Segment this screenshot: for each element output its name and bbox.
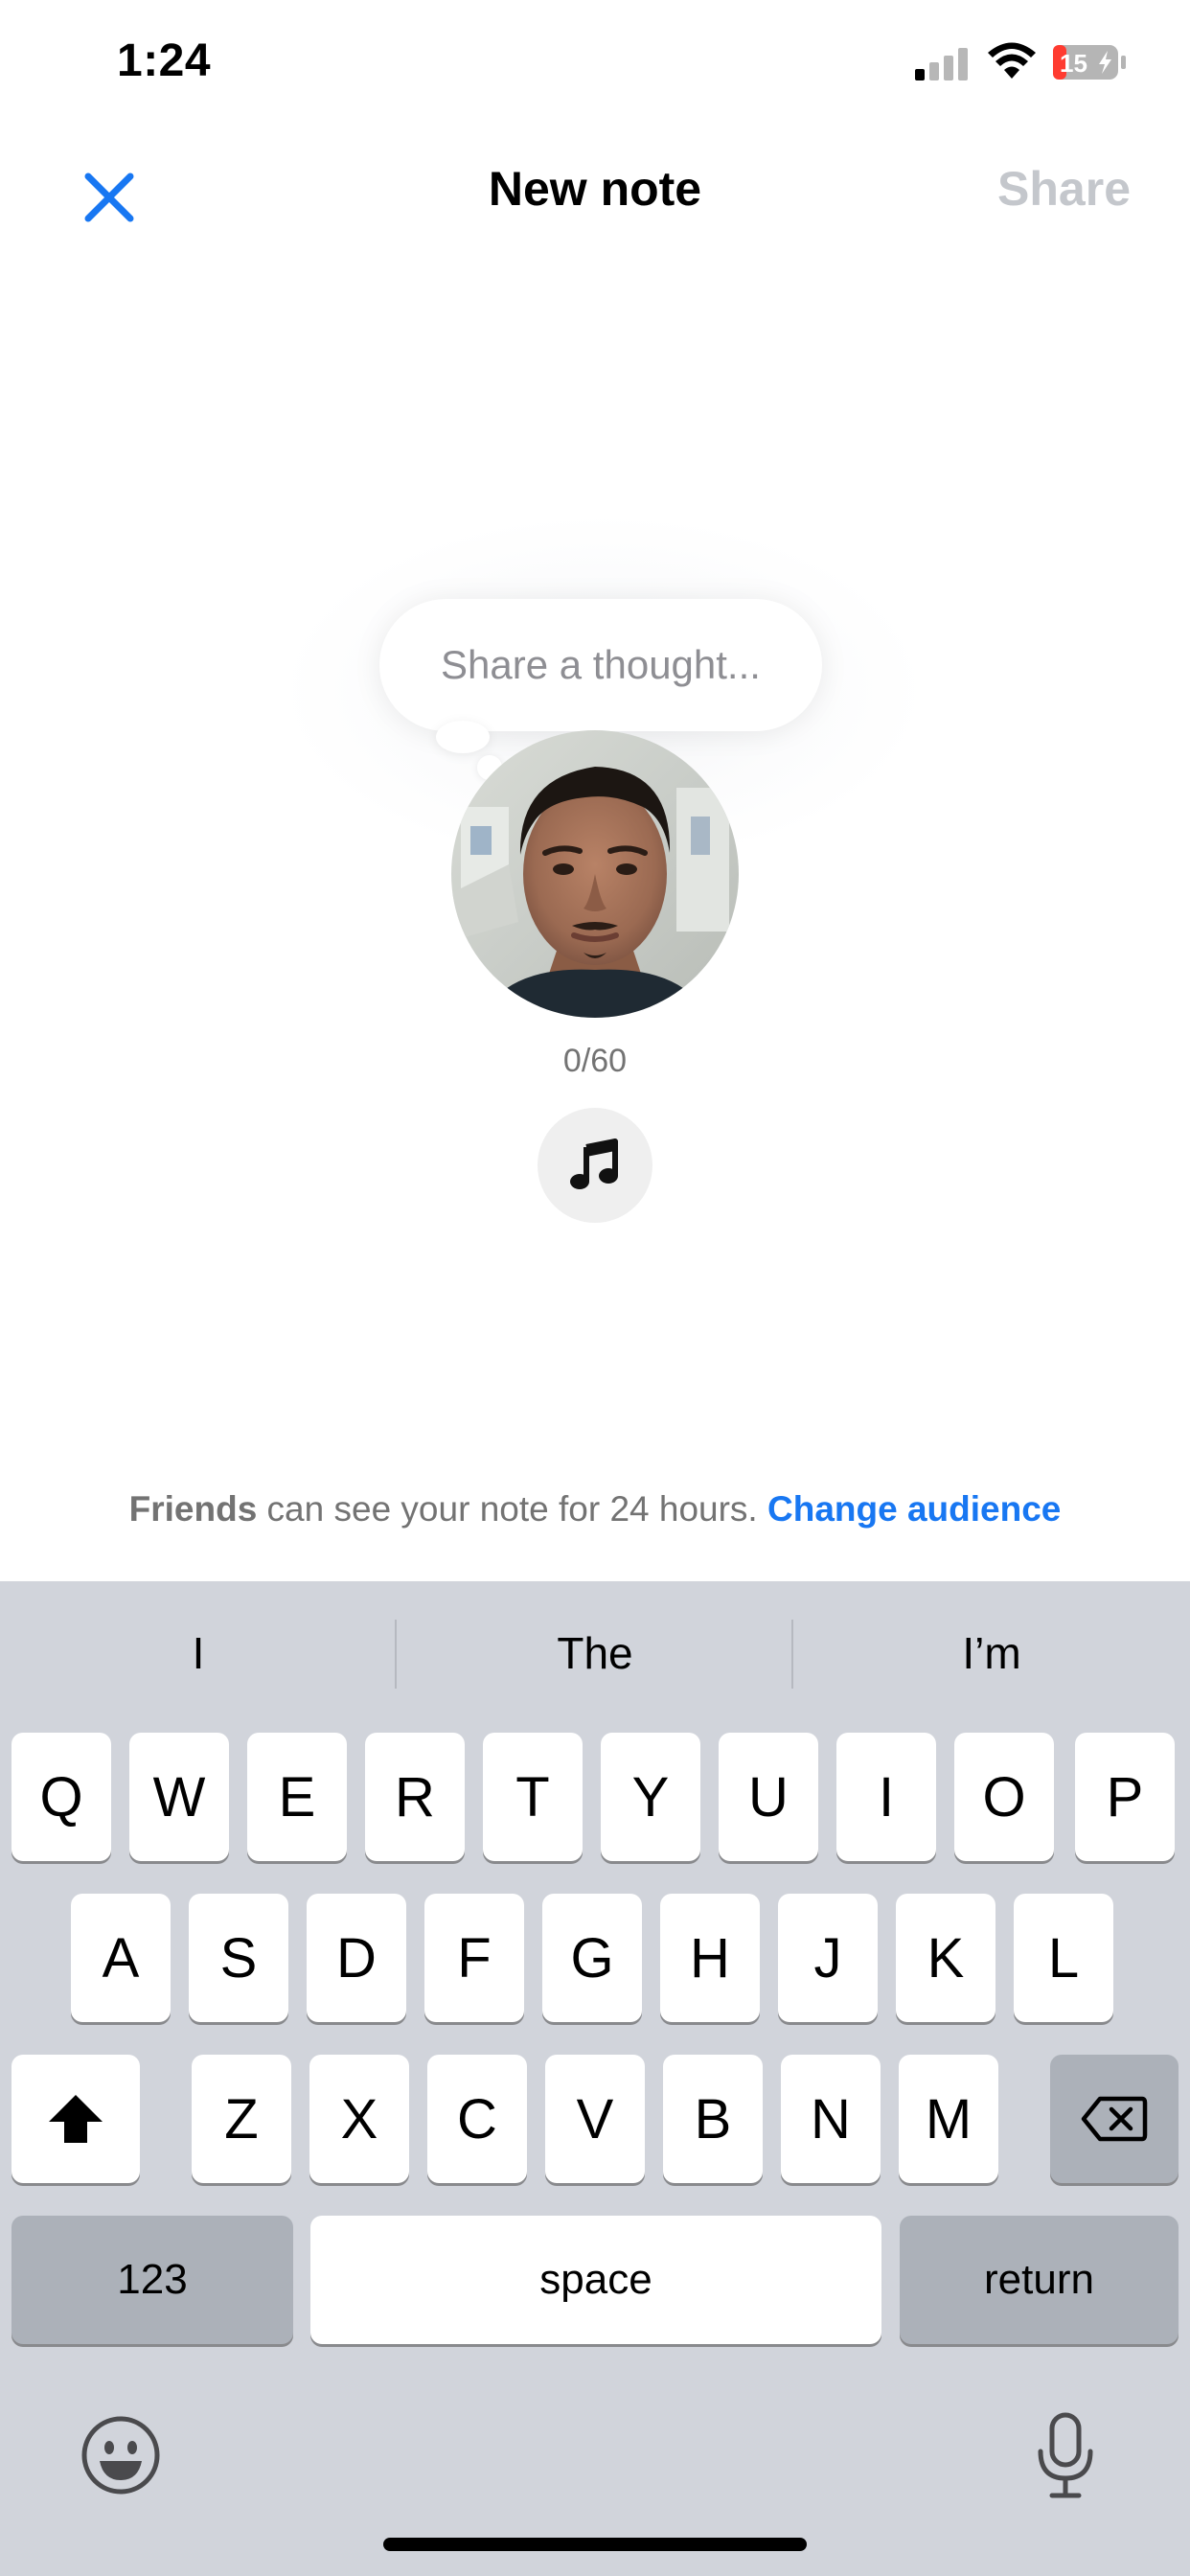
note-input[interactable]: Share a thought... (379, 599, 822, 731)
key-c[interactable]: C (427, 2055, 527, 2183)
suggestion-1[interactable]: I (0, 1610, 397, 1696)
thought-bubble-tail-large (436, 721, 490, 753)
share-button[interactable]: Share (997, 161, 1131, 217)
music-note-icon (570, 1138, 618, 1189)
key-m[interactable]: M (899, 2055, 998, 2183)
dictation-button[interactable] (1035, 2411, 1096, 2504)
key-e[interactable]: E (247, 1733, 347, 1861)
cellular-signal-icon (915, 48, 968, 80)
key-n[interactable]: N (781, 2055, 881, 2183)
character-count: 0/60 (562, 1043, 628, 1079)
battery-level: 15 (1060, 49, 1087, 78)
key-l[interactable]: L (1014, 1894, 1113, 2022)
key-v[interactable]: V (545, 2055, 645, 2183)
audience-notice: Friends can see your note for 24 hours. … (0, 1489, 1190, 1530)
keyboard: I The I’m Q W E R T Y U I O P A S D F G … (0, 1581, 1190, 2576)
key-k[interactable]: K (896, 1894, 995, 2022)
key-i[interactable]: I (836, 1733, 936, 1861)
key-r[interactable]: R (365, 1733, 465, 1861)
suggestion-bar: I The I’m (0, 1581, 1190, 1725)
key-w[interactable]: W (129, 1733, 229, 1861)
emoji-icon (81, 2416, 160, 2495)
key-a[interactable]: A (71, 1894, 171, 2022)
avatar-photo (451, 730, 739, 1018)
audience-name: Friends (128, 1489, 258, 1529)
key-j[interactable]: J (778, 1894, 878, 2022)
key-y[interactable]: Y (601, 1733, 700, 1861)
backspace-icon (1081, 2096, 1148, 2142)
add-music-button[interactable] (538, 1108, 652, 1223)
key-q[interactable]: Q (11, 1733, 111, 1861)
status-bar: 1:24 15 (0, 0, 1190, 134)
return-key[interactable]: return (900, 2216, 1179, 2344)
delete-key[interactable] (1050, 2055, 1179, 2183)
note-placeholder: Share a thought... (441, 642, 761, 687)
wifi-icon (988, 42, 1036, 79)
avatar (451, 730, 739, 1018)
key-g[interactable]: G (542, 1894, 642, 2022)
key-h[interactable]: H (660, 1894, 760, 2022)
suggestion-3[interactable]: I’m (793, 1610, 1190, 1696)
home-indicator[interactable] (383, 2538, 807, 2551)
numbers-key[interactable]: 123 (11, 2216, 293, 2344)
key-b[interactable]: B (663, 2055, 763, 2183)
key-u[interactable]: U (719, 1733, 818, 1861)
emoji-button[interactable] (80, 2415, 161, 2500)
key-o[interactable]: O (954, 1733, 1054, 1861)
key-d[interactable]: D (307, 1894, 406, 2022)
key-p[interactable]: P (1075, 1733, 1175, 1861)
header: New note Share (0, 144, 1190, 240)
change-audience-link[interactable]: Change audience (767, 1489, 1061, 1529)
suggestion-2[interactable]: The (397, 1610, 793, 1696)
key-t[interactable]: T (483, 1733, 583, 1861)
status-time: 1:24 (117, 35, 212, 86)
key-z[interactable]: Z (192, 2055, 291, 2183)
microphone-icon (1038, 2412, 1093, 2498)
battery-icon: 15 (1053, 45, 1126, 80)
key-s[interactable]: S (189, 1894, 288, 2022)
key-x[interactable]: X (309, 2055, 409, 2183)
shift-key[interactable] (11, 2055, 140, 2183)
space-key[interactable]: space (310, 2216, 881, 2344)
shift-icon (49, 2095, 103, 2143)
key-f[interactable]: F (424, 1894, 524, 2022)
audience-text: can see your note for 24 hours. (257, 1489, 767, 1529)
